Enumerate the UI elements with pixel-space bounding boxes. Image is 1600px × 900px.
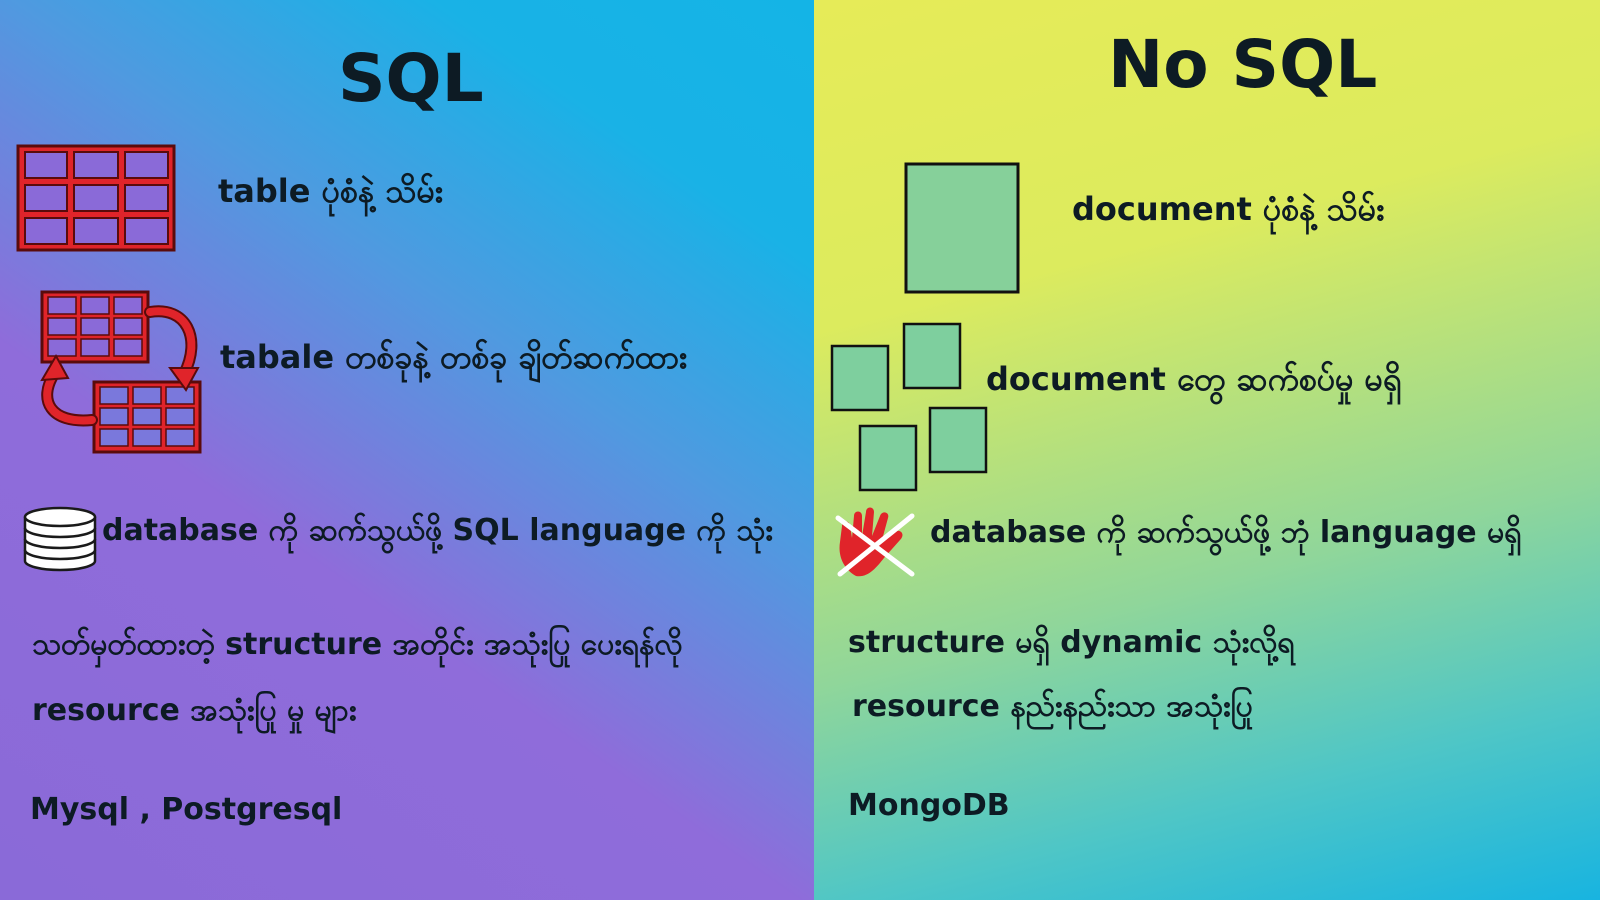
sql-row-language: database ကို ဆက်သွယ်ဖို့ SQL language ကိ… [102,513,773,548]
nosql-row-dynamic-structure: structure မရှိ dynamic သုံးလို့ရ [848,625,1295,660]
database-icon [23,506,97,572]
nosql-row-examples: MongoDB [848,788,1010,823]
linked-tables-icon [40,290,202,454]
document-icon [904,162,1020,294]
sql-title: SQL [338,40,484,117]
sql-row-examples: Mysql , Postgresql [30,792,343,827]
nosql-row-document-storage: document ပုံစံနဲ့ သိမ်း [1072,190,1385,228]
sql-row-structure: သတ်မှတ်ထားတဲ့ structure အတိုင်း အသုံးပြု… [32,627,683,662]
table-grid-icon [16,144,176,252]
nosql-row-resource: resource နည်းနည်းသာ အသုံးပြု [852,689,1253,724]
sql-row-resource: resource အသုံးပြု မှု များ [32,693,357,728]
nosql-row-no-common-language: database ကို ဆက်သွယ်ဖို့ ဘုံ language မရ… [930,515,1522,550]
sql-panel: SQL table ပုံစံနဲ့ သိမ်း tabale တစ်ခုနဲ့… [0,0,814,900]
scattered-documents-icon [830,322,988,492]
sql-row-table-storage: table ပုံစံနဲ့ သိမ်း [218,172,443,210]
no-hand-icon [835,507,915,577]
nosql-title: No SQL [1108,26,1378,103]
sql-row-linked-tables: tabale တစ်ခုနဲ့ တစ်ခု ချိတ်ဆက်ထား [220,338,688,376]
nosql-panel: No SQL document ပုံစံနဲ့ သိမ်း document … [814,0,1600,900]
nosql-row-no-relation: document တွေ ဆက်စပ်မှု မရှိ [986,360,1402,398]
